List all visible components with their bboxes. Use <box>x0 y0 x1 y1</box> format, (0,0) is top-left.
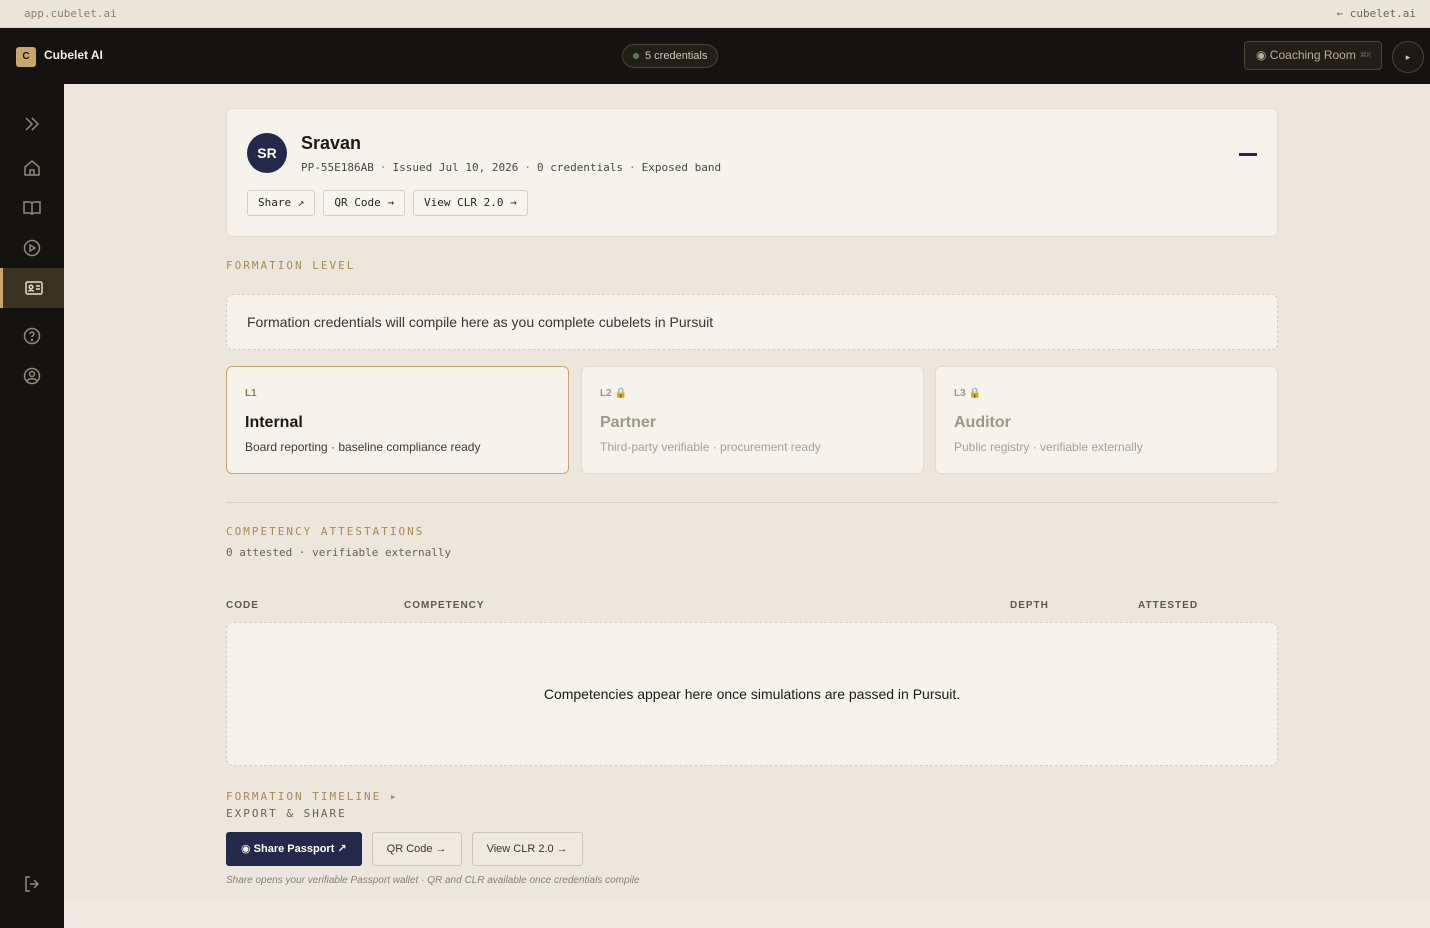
level-description: Board reporting · baseline compliance re… <box>245 440 481 454</box>
export-actions: ◉ Share Passport ↗ QR Code → View CLR 2.… <box>226 832 583 866</box>
coaching-shortcut: ⌘K <box>1359 52 1372 59</box>
top-bar: C Cubelet AI 5 credentials ◉ Coaching Ro… <box>0 28 1430 84</box>
formation-notice: Formation credentials will compile here … <box>226 294 1278 350</box>
export-footnote: Share opens your verifiable Passport wal… <box>226 875 640 886</box>
help-icon <box>23 327 41 345</box>
sidebar-item-library[interactable] <box>0 188 64 228</box>
level-code: L2 🔒 <box>600 388 627 399</box>
url-text: app.cubelet.ai <box>24 7 117 20</box>
profile-icon <box>23 367 41 385</box>
avatar: SR <box>247 133 287 173</box>
credential-count: 0 credentials <box>536 161 624 174</box>
profile-actions: Share ↗ QR Code → View CLR 2.0 → <box>247 190 528 216</box>
section-divider <box>226 502 1278 503</box>
collapse-icon[interactable] <box>1239 153 1257 156</box>
level-card-l1[interactable]: L1 Internal Board reporting · baseline c… <box>226 366 569 474</box>
nav-arrow-button[interactable]: ▸ <box>1392 41 1424 73</box>
column-header-attested[interactable]: ATTESTED <box>1138 600 1198 611</box>
coaching-room-button[interactable]: ◉ Coaching Room ⌘K <box>1244 41 1382 70</box>
app-name: Cubelet AI <box>44 48 103 62</box>
share-button[interactable]: Share ↗ <box>247 190 316 216</box>
view-clr-export-button[interactable]: View CLR 2.0 → <box>471 832 583 866</box>
qr-code-button[interactable]: QR Code → <box>323 190 405 216</box>
level-title: Auditor <box>954 414 1011 431</box>
back-link[interactable]: ← cubelet.ai <box>1337 7 1416 20</box>
export-share-heading: EXPORT & SHARE <box>226 807 347 820</box>
share-passport-button[interactable]: ◉ Share Passport ↗ <box>226 832 362 866</box>
sidebar-item-passport[interactable] <box>0 268 64 308</box>
level-description: Public registry · verifiable externally <box>954 440 1143 454</box>
column-header-code[interactable]: CODE <box>226 600 259 611</box>
book-icon <box>23 201 41 216</box>
credentials-pill[interactable]: 5 credentials <box>622 44 719 68</box>
exposure-band: Exposed band <box>641 161 722 174</box>
home-icon <box>24 160 40 176</box>
status-dot-icon <box>633 53 639 59</box>
level-description: Third-party verifiable · procurement rea… <box>600 440 821 454</box>
level-title: Internal <box>245 414 303 431</box>
logout-button[interactable] <box>0 864 64 904</box>
competency-empty-state: Competencies appear here once simulation… <box>226 622 1278 766</box>
expand-icon <box>25 117 40 131</box>
logo-icon[interactable]: C <box>16 47 36 67</box>
sidebar-item-simulations[interactable] <box>0 228 64 268</box>
logout-icon <box>25 876 40 892</box>
expand-sidebar-button[interactable] <box>0 104 64 144</box>
profile-name: Sravan <box>301 133 362 153</box>
credentials-pill-label: 5 credentials <box>645 50 708 62</box>
column-header-competency[interactable]: COMPETENCY <box>404 600 485 611</box>
passport-id: PP-55E186AB <box>301 161 374 174</box>
competency-summary: 0 attested · verifiable externally <box>226 546 452 559</box>
qr-code-export-button[interactable]: QR Code → <box>371 832 462 866</box>
sidebar <box>0 84 64 928</box>
browser-url-bar: app.cubelet.ai ← cubelet.ai <box>0 0 1430 28</box>
formation-timeline-toggle[interactable]: FORMATION TIMELINE ▸ <box>226 790 398 803</box>
level-title: Partner <box>600 414 657 431</box>
coaching-room-label: ◉ Coaching Room <box>1256 48 1356 62</box>
level-card-l3[interactable]: L3 🔒 Auditor Public registry · verifiabl… <box>935 366 1278 474</box>
issued-date: Issued Jul 10, 2026 <box>392 161 519 174</box>
sidebar-item-help[interactable] <box>0 316 64 356</box>
competency-heading: COMPETENCY ATTESTATIONS <box>226 525 425 538</box>
play-icon <box>23 239 41 257</box>
bottom-strip <box>64 900 1430 928</box>
profile-card: SR Sravan PP-55E186AB · Issued Jul 10, 202… <box>226 108 1278 237</box>
level-code: L1 <box>245 388 257 399</box>
sidebar-item-home[interactable] <box>0 148 64 188</box>
level-code: L3 🔒 <box>954 388 981 399</box>
profile-meta: PP-55E186AB · Issued Jul 10, 2026 · 0 creden… <box>301 161 722 174</box>
id-card-icon <box>24 281 43 295</box>
sidebar-item-profile[interactable] <box>0 356 64 396</box>
column-header-depth[interactable]: DEPTH <box>1010 600 1049 611</box>
view-clr-button[interactable]: View CLR 2.0 → <box>412 190 528 216</box>
formation-level-heading: FORMATION LEVEL <box>226 259 356 272</box>
level-card-l2[interactable]: L2 🔒 Partner Third-party verifiable · pr… <box>581 366 924 474</box>
